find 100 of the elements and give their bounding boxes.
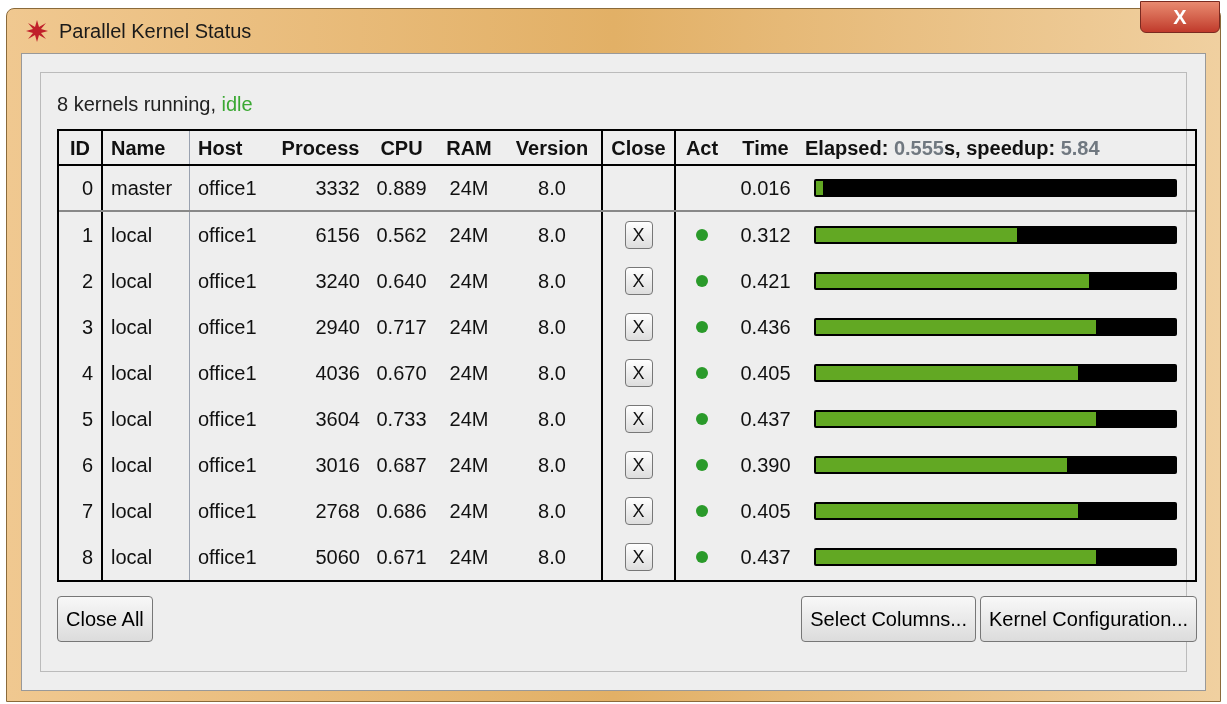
table-cell-text: 0.405 [740, 499, 791, 524]
table-cell-text: 24M [449, 315, 489, 340]
table-cell-text: 8.0 [538, 453, 566, 478]
table-cell-text: 8.0 [538, 176, 566, 201]
table-cell-text: 0.889 [376, 176, 427, 201]
table-cell-text: 24M [449, 499, 489, 524]
column-header: CPU [380, 135, 423, 161]
summary-value: 5.84 [1060, 135, 1100, 161]
column-header: ID [70, 135, 90, 161]
table-cell-text: 8.0 [538, 315, 566, 340]
table-cell-text: 24M [449, 361, 489, 386]
table-cell-text: local [111, 315, 153, 340]
table-cell-text: 8.0 [538, 361, 566, 386]
table-cell-text: 0.687 [376, 453, 427, 478]
table-cell-text: 6156 [315, 223, 360, 248]
table-cell-text: local [111, 223, 153, 248]
table-cell-text: 0.437 [740, 545, 791, 570]
column-header: Process [281, 135, 360, 161]
table-cell-text: office1 [198, 315, 257, 340]
column-header: Close [611, 135, 666, 161]
kernel-close-button[interactable]: X [624, 543, 653, 571]
table-cell-text: 6 [81, 453, 93, 478]
table-cell-text: local [111, 453, 153, 478]
table-cell-text: 0.733 [376, 407, 427, 432]
table-cell-text: 7 [81, 499, 93, 524]
kernel-close-button[interactable]: X [624, 267, 653, 295]
table-cell-text: local [111, 545, 153, 570]
table-cell-text: 0.562 [376, 223, 427, 248]
kernel-close-button[interactable]: X [624, 405, 653, 433]
table-cell-text: master [111, 176, 173, 201]
table-cell-text: 2768 [315, 499, 360, 524]
kernel-configuration-button[interactable]: Kernel Configuration... [980, 596, 1197, 642]
column-header: Version [515, 135, 589, 161]
table-cell-text: office1 [198, 545, 257, 570]
table-cell-text: 8.0 [538, 499, 566, 524]
kernel-close-button[interactable]: X [624, 313, 653, 341]
select-columns-button[interactable]: Select Columns... [801, 596, 976, 642]
table-cell-text: 2 [81, 269, 93, 294]
table-cell-text: 24M [449, 176, 489, 201]
summary-value: 0.555 [893, 135, 944, 161]
table-cell-text: 24M [449, 407, 489, 432]
table-cell-text: office1 [198, 223, 257, 248]
table-cell-text: 1 [81, 223, 93, 248]
table-cell-text: 0.437 [740, 407, 791, 432]
table-cell-text: 5 [81, 407, 93, 432]
column-header: Time [742, 135, 789, 161]
table-cell-text: 3240 [315, 269, 360, 294]
table-cell-text: 3604 [315, 407, 360, 432]
kernel-close-button[interactable]: X [624, 451, 653, 479]
table-cell-text: 0.390 [740, 453, 791, 478]
table-cell-text: 0.640 [376, 269, 427, 294]
kernel-close-button[interactable]: X [624, 359, 653, 387]
table-cell-text: 0.436 [740, 315, 791, 340]
table-cell-text: 0.670 [376, 361, 427, 386]
summary-label: Elapsed: [805, 135, 890, 161]
table-cell-text: office1 [198, 361, 257, 386]
table-cell-text: local [111, 361, 153, 386]
table-cell-text: 2940 [315, 315, 360, 340]
column-header: Host [198, 135, 243, 161]
table-cell-text: office1 [198, 269, 257, 294]
table-cell-text: 24M [449, 453, 489, 478]
table-cell-text: 8.0 [538, 545, 566, 570]
table-cell-text: local [111, 499, 153, 524]
column-header: Name [111, 135, 166, 161]
table-cell-text: 4 [81, 361, 93, 386]
table-cell-text: 3332 [315, 176, 360, 201]
table-cell-text: 0.671 [376, 545, 427, 570]
table-cell-text: office1 [198, 499, 257, 524]
table-cell-text: office1 [198, 407, 257, 432]
table-cell-text: 3016 [315, 453, 360, 478]
table-cell-text: 0.421 [740, 269, 791, 294]
app-logo-icon [25, 19, 49, 43]
table-cell-text: 0.016 [740, 176, 791, 201]
table-cell-text: 0.717 [376, 315, 427, 340]
table-cell-text: 24M [449, 223, 489, 248]
table-cell-text: 8.0 [538, 269, 566, 294]
table-cell-text: 24M [449, 545, 489, 570]
kernel-close-button[interactable]: X [624, 497, 653, 525]
table-cell-text: 0.686 [376, 499, 427, 524]
window-title: Parallel Kernel Status [59, 19, 252, 44]
close-button[interactable]: X [1140, 1, 1220, 33]
column-header: Act [685, 135, 719, 161]
table-cell-text: 0.405 [740, 361, 791, 386]
table-cell-text: 8.0 [538, 223, 566, 248]
close-all-button[interactable]: Close All [57, 596, 153, 642]
table-cell-text: 24M [449, 269, 489, 294]
kernel-close-button[interactable]: X [624, 221, 653, 249]
table-cell-text: 8.0 [538, 407, 566, 432]
table-cell-text: local [111, 407, 153, 432]
summary-label: s, speedup: [944, 135, 1057, 161]
table-cell-text: local [111, 269, 153, 294]
table-cell-text: office1 [198, 176, 257, 201]
table-cell-text: 0 [81, 176, 93, 201]
table-cell-text: 0.312 [740, 223, 791, 248]
table-cell-text: 3 [81, 315, 93, 340]
table-cell-text: 8 [81, 545, 93, 570]
column-header: RAM [446, 135, 492, 161]
status-line: 8 kernels running, idle [57, 92, 254, 117]
table-cell-text: 4036 [315, 361, 360, 386]
table-cell-text: 5060 [315, 545, 360, 570]
